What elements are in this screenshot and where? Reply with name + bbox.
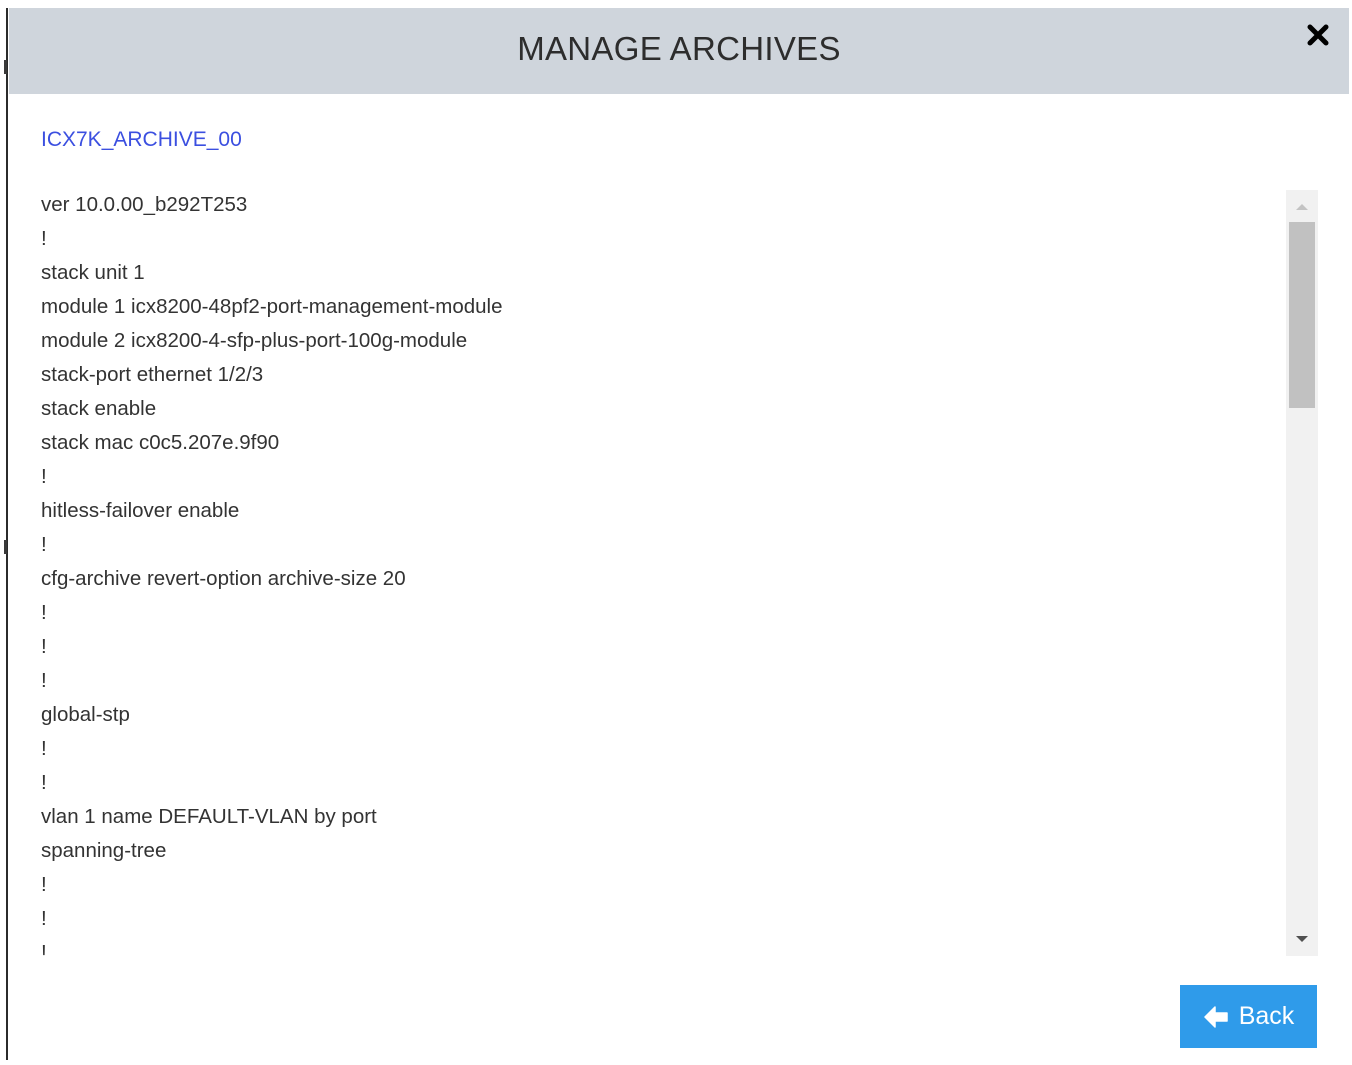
- archive-name-link[interactable]: ICX7K_ARCHIVE_00: [41, 128, 242, 152]
- config-line: !: [41, 941, 47, 956]
- close-button[interactable]: [1305, 22, 1331, 48]
- scroll-thumb[interactable]: [1289, 222, 1315, 408]
- config-line: !: [41, 907, 47, 930]
- config-line: vlan 1 name DEFAULT-VLAN by port: [41, 805, 377, 828]
- config-line: !: [41, 669, 47, 692]
- modal-title: MANAGE ARCHIVES: [517, 30, 841, 67]
- background-page-edge: [6, 8, 8, 1060]
- config-line: !: [41, 635, 47, 658]
- scroll-up-button[interactable]: [1286, 192, 1318, 222]
- config-line: module 2 icx8200-4-sfp-plus-port-100g-mo…: [41, 329, 468, 352]
- config-line: stack unit 1: [41, 261, 145, 284]
- config-text-area[interactable]: ver 10.0.00_b292T253! stack unit 1 module …: [41, 188, 1281, 956]
- config-line: !: [41, 601, 47, 624]
- config-line: stack enable: [41, 397, 157, 420]
- config-line: !: [41, 227, 47, 250]
- config-line: !: [41, 465, 47, 488]
- config-line: global-stp: [41, 703, 130, 726]
- config-line: !: [41, 873, 47, 896]
- vertical-scrollbar[interactable]: [1286, 190, 1318, 956]
- config-line: cfg-archive revert-option archive-size 2…: [41, 567, 406, 590]
- config-line: !: [41, 533, 47, 556]
- manage-archives-modal: MANAGE ARCHIVES ICX7K_ARCHIVE_00 ver 10.…: [9, 8, 1349, 1065]
- config-line: spanning-tree: [41, 839, 167, 862]
- config-line: !: [41, 737, 47, 760]
- back-button[interactable]: Back: [1180, 985, 1317, 1048]
- triangle-up-icon: [1296, 204, 1308, 210]
- config-line: ver 10.0.00_b292T253: [41, 193, 248, 216]
- background-page-mark: [4, 540, 7, 554]
- modal-header: MANAGE ARCHIVES: [9, 8, 1349, 94]
- arrow-left-icon: [1203, 1005, 1228, 1028]
- config-line: stack-port ethernet 1/2/3: [41, 363, 264, 386]
- config-line: !: [41, 771, 47, 794]
- background-page-mark: [4, 60, 7, 74]
- close-icon: [1307, 24, 1329, 46]
- config-line: module 1 icx8200-48pf2-port-management-m…: [41, 295, 503, 318]
- config-line: hitless-failover enable: [41, 499, 240, 522]
- scroll-down-button[interactable]: [1286, 924, 1318, 954]
- back-button-label: Back: [1238, 1002, 1295, 1030]
- triangle-down-icon: [1296, 936, 1308, 942]
- config-line: stack mac c0c5.207e.9f90: [41, 431, 280, 454]
